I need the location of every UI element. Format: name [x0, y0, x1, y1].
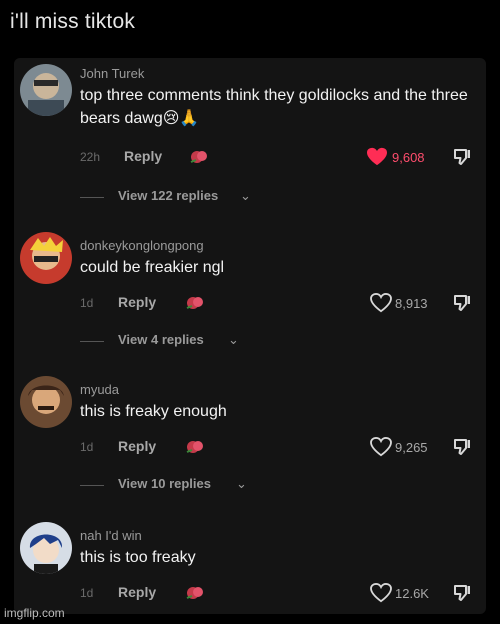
like-count: 12.6K — [395, 586, 429, 601]
comments-panel: John Turek top three comments think they… — [14, 58, 486, 614]
chevron-down-icon: ⌄ — [228, 332, 239, 347]
comment-username[interactable]: myuda — [80, 382, 119, 397]
heart-icon[interactable] — [370, 436, 392, 457]
comment-time: 22h — [80, 150, 101, 164]
comment-time: 1d — [80, 440, 94, 454]
comment-text: this is freaky enough — [80, 403, 227, 420]
avatar[interactable] — [20, 522, 72, 574]
rose-icon[interactable] — [184, 438, 206, 456]
comment-username[interactable]: donkeykonglongpong — [80, 238, 204, 253]
dislike-icon[interactable] — [452, 437, 472, 457]
divider — [80, 485, 104, 486]
view-replies-button[interactable]: View 122 replies ⌄ — [80, 188, 280, 206]
comment-time: 1d — [80, 296, 94, 310]
reply-button[interactable]: Reply — [118, 438, 156, 454]
view-replies-button[interactable]: View 10 replies ⌄ — [80, 476, 280, 494]
avatar[interactable] — [20, 376, 72, 428]
heart-icon[interactable] — [366, 147, 388, 167]
comment-meta: 22h Reply 9,608 — [80, 147, 480, 168]
view-replies-label: View 4 replies — [118, 332, 204, 347]
reply-button[interactable]: Reply — [118, 294, 156, 310]
rose-icon[interactable] — [184, 584, 206, 602]
dislike-icon[interactable] — [452, 147, 472, 167]
view-replies-label: View 122 replies — [118, 188, 219, 203]
comment-meta: 1d Reply 9,265 — [80, 436, 480, 458]
divider — [80, 197, 104, 198]
comment-username[interactable]: nah I'd win — [80, 528, 142, 543]
comment-meta: 1d Reply 8,913 — [80, 292, 480, 314]
heart-icon[interactable] — [370, 582, 392, 603]
rose-icon[interactable] — [188, 148, 210, 166]
comment-username[interactable]: John Turek — [80, 66, 144, 81]
comment-text: this is too freaky — [80, 549, 196, 566]
divider — [80, 341, 104, 342]
reply-button[interactable]: Reply — [124, 148, 162, 164]
avatar[interactable] — [20, 232, 72, 284]
comment-time: 1d — [80, 586, 94, 600]
comment-text: top three comments think they goldilocks… — [80, 87, 468, 127]
chevron-down-icon: ⌄ — [236, 476, 247, 491]
dislike-icon[interactable] — [452, 293, 472, 313]
rose-icon[interactable] — [184, 294, 206, 312]
comment-text: could be freakier ngl — [80, 259, 225, 276]
reply-button[interactable]: Reply — [118, 584, 156, 600]
chevron-down-icon: ⌄ — [240, 188, 251, 203]
view-replies-label: View 10 replies — [118, 476, 211, 491]
avatar[interactable] — [20, 64, 72, 116]
view-replies-button[interactable]: View 4 replies ⌄ — [80, 332, 280, 350]
like-count: 9,608 — [392, 150, 425, 165]
imgflip-watermark: imgflip.com — [4, 606, 65, 620]
meme-caption: i'll miss tiktok — [10, 10, 136, 33]
heart-icon[interactable] — [370, 292, 392, 313]
dislike-icon[interactable] — [452, 583, 472, 603]
like-count: 9,265 — [395, 440, 428, 455]
like-count: 8,913 — [395, 296, 428, 311]
comment-meta: 1d Reply 12.6K — [80, 582, 480, 604]
